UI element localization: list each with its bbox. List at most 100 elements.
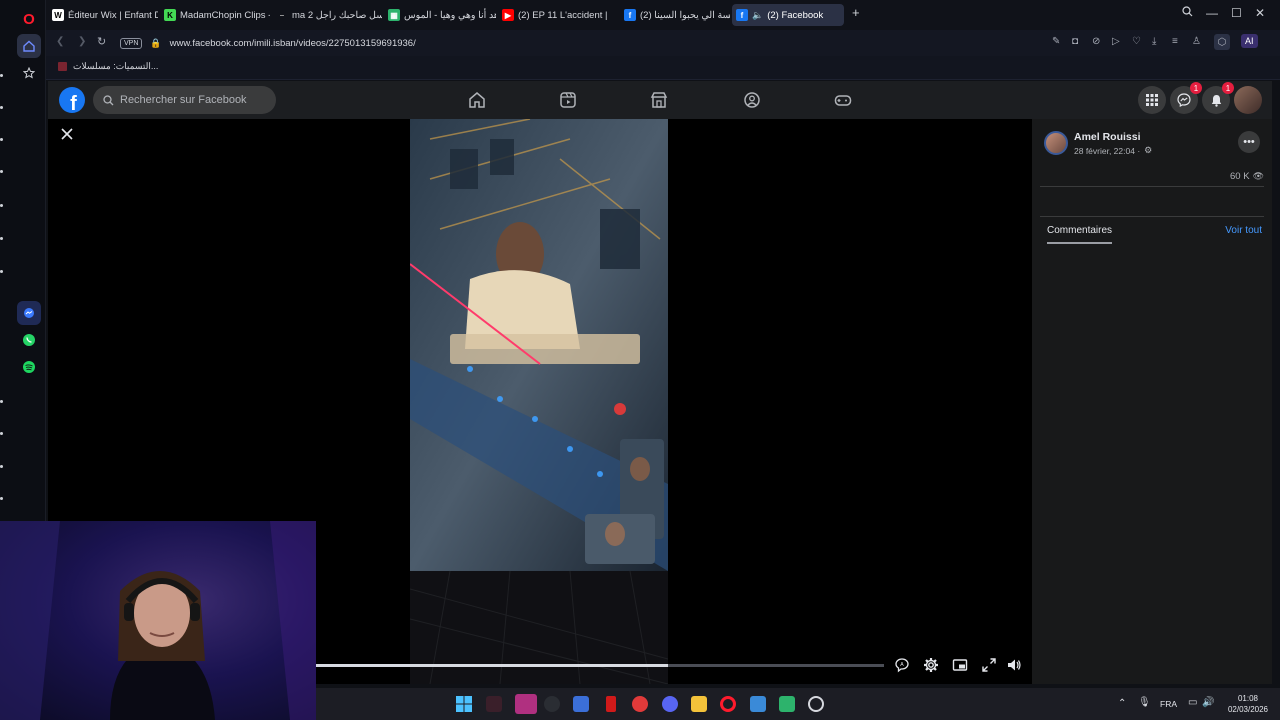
windows-start-icon[interactable] [456, 696, 472, 712]
close-icon[interactable] [60, 127, 74, 141]
star-icon[interactable] [17, 61, 41, 85]
see-all-link[interactable]: Voir tout [1225, 225, 1262, 236]
box-icon[interactable]: ⬡ [1214, 34, 1230, 50]
sidebar-dot [0, 497, 3, 500]
tab-title: ma 2 مسلسل صاحبك راجل [292, 9, 382, 21]
ai-button[interactable]: AI [1241, 34, 1258, 48]
messenger-button[interactable]: 1 [1170, 82, 1202, 114]
download-icon[interactable]: ⤓ [1152, 36, 1156, 47]
sidebar-dot [0, 106, 3, 109]
marketplace-nav-icon[interactable] [650, 91, 668, 109]
fullscreen-icon[interactable] [981, 657, 997, 673]
discord-icon[interactable] [662, 696, 678, 712]
comments-tab[interactable]: Commentaires [1047, 225, 1113, 244]
tab-series-2[interactable]: ▦ شاهد أنا وهي وهيا - الموس [384, 4, 496, 26]
account-avatar[interactable] [1234, 86, 1262, 114]
forward-icon[interactable]: ❯ [78, 36, 86, 47]
volume-tray-icon[interactable]: 🔊 [1202, 697, 1214, 708]
clock-date: 02/03/2026 [1227, 705, 1269, 714]
app-icon-green[interactable] [779, 696, 795, 712]
app-icon-red[interactable] [632, 696, 648, 712]
gaming-nav-icon[interactable] [834, 91, 852, 109]
vpn-badge[interactable]: VPN [120, 37, 143, 49]
video-player[interactable] [410, 119, 668, 684]
bookmarks-bar: التسميات: مسلسلات... [46, 56, 1280, 80]
edit-icon[interactable]: ✎ [1052, 36, 1060, 47]
notepad-icon[interactable] [573, 696, 589, 712]
sidebar-dot [0, 74, 3, 77]
app-icon-blue[interactable] [750, 696, 766, 712]
picture-in-picture-icon[interactable] [952, 657, 968, 673]
post-side-panel: Amel Rouissi 28 février, 22:04 · ⚙ ••• 6… [1032, 119, 1272, 684]
tab-series-1[interactable]: – ma 2 مسلسل صاحبك راجل [272, 4, 382, 26]
dash-icon: – [279, 10, 285, 20]
tab-madamchopin[interactable]: K MadamChopin Clips - Wat [160, 4, 270, 26]
play-icon[interactable]: ▷ [1112, 36, 1120, 47]
messenger-icon[interactable] [17, 301, 41, 325]
ai-label: AI [1245, 36, 1254, 46]
language-indicator[interactable]: FRA [1160, 699, 1177, 709]
tab-title: (2) Facebook [767, 9, 824, 21]
captions-icon[interactable]: A [894, 657, 910, 673]
sidebar-dot [0, 270, 3, 273]
url-field[interactable]: VPN 🔒 www.facebook.com/imili.isban/video… [116, 33, 1236, 53]
kick-icon: K [164, 9, 176, 21]
chevron-up-icon[interactable]: ⌃ [1118, 698, 1126, 709]
video-progress-bar[interactable] [316, 664, 884, 667]
home-nav-icon[interactable] [468, 91, 486, 109]
tab-facebook-active[interactable]: f 🔈 (2) Facebook [732, 4, 844, 26]
url-text: www.facebook.com/imili.isban/videos/2275… [169, 37, 416, 49]
settings-gear-icon[interactable] [923, 657, 939, 673]
more-options-button[interactable]: ••• [1238, 131, 1260, 153]
tab-facebook-group[interactable]: f (2) التوانسة الي يحبوا السينا [620, 4, 730, 26]
post-date[interactable]: 28 février, 22:04 · [1074, 146, 1140, 156]
netflix-icon[interactable] [606, 696, 616, 712]
divider [1040, 186, 1264, 187]
whatsapp-icon[interactable] [17, 328, 41, 352]
menu-grid-button[interactable] [1138, 86, 1166, 114]
reload-icon[interactable]: ↻ [97, 35, 106, 48]
bookmark-item[interactable]: التسميات: مسلسلات... [58, 61, 158, 72]
network-icon[interactable]: ▭ [1188, 697, 1197, 708]
new-tab-button[interactable]: + [852, 5, 860, 20]
heart-icon[interactable]: ♡ [1132, 36, 1141, 47]
clock[interactable]: 01:08 02/03/2026 [1220, 693, 1276, 715]
author-avatar[interactable] [1044, 131, 1068, 155]
close-window-button[interactable]: ✕ [1255, 6, 1265, 20]
webcam-overlay [0, 521, 316, 720]
microphone-icon[interactable]: 🎙 [1138, 697, 1151, 708]
facebook-logo-icon[interactable]: f [59, 87, 85, 113]
tab-youtube[interactable]: ▶ (2) EP 11 L'accident | دون [498, 4, 610, 26]
maximize-button[interactable]: ☐ [1231, 6, 1242, 20]
search-placeholder: Rechercher sur Facebook [120, 94, 247, 106]
steam-icon[interactable] [544, 696, 560, 712]
reels-nav-icon[interactable] [559, 91, 577, 109]
menu-icon[interactable]: ≡ [1172, 36, 1178, 47]
author-name[interactable]: Amel Rouissi [1074, 131, 1141, 143]
opera-taskbar-icon[interactable] [720, 696, 736, 712]
speaker-icon: 🔈 [752, 9, 764, 20]
search-input[interactable]: Rechercher sur Facebook [93, 86, 276, 114]
file-explorer-icon[interactable] [691, 696, 707, 712]
back-icon[interactable]: ❮ [56, 36, 64, 47]
profile-icon[interactable]: ♙ [1192, 36, 1201, 47]
messenger-icon [1177, 93, 1191, 107]
minimize-button[interactable]: — [1206, 6, 1218, 20]
opera-logo-icon[interactable]: O [17, 7, 41, 31]
search-tabs-icon[interactable] [1182, 6, 1193, 20]
app-icon-1[interactable] [486, 696, 502, 712]
views-value: 60 K [1230, 171, 1250, 182]
extension-icon[interactable]: ⊘ [1092, 36, 1100, 47]
camera-icon[interactable]: ◘ [1072, 36, 1078, 47]
app-icon-circle[interactable] [808, 696, 824, 712]
sidebar-dot [0, 170, 3, 173]
spotify-icon[interactable] [17, 355, 41, 379]
windows-taskbar: ⌃ 🎙 FRA ▭ 🔊 01:08 02/03/2026 [316, 688, 1280, 720]
tab-wix[interactable]: W Éditeur Wix | Enfant Dou 1 [48, 4, 158, 26]
groups-nav-icon[interactable] [743, 91, 761, 109]
home-icon[interactable] [17, 34, 41, 58]
volume-icon[interactable] [1006, 657, 1022, 673]
search-icon [103, 94, 114, 105]
notifications-button[interactable]: 1 [1202, 82, 1234, 114]
app-icon-next[interactable] [515, 694, 537, 714]
